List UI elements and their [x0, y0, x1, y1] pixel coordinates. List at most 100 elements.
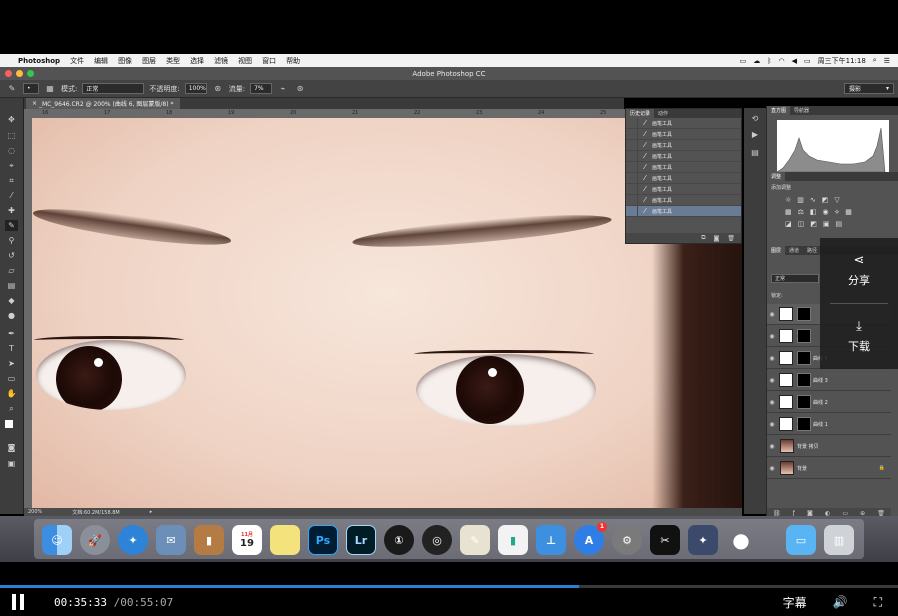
fullscreen-icon[interactable]: ⛶	[874, 595, 882, 610]
opacity-input[interactable]: 100%	[184, 83, 207, 94]
document-size[interactable]: 文档:60.2M/158.8M	[72, 509, 119, 516]
tab-actions[interactable]: 动作	[654, 109, 672, 118]
history-item[interactable]: ⁄ 画笔工具	[626, 139, 741, 151]
layer-row[interactable]: ◉ 曲线 1	[767, 414, 891, 435]
status-menu-arrow-icon[interactable]: ▸	[150, 509, 153, 515]
pressure-size-icon[interactable]: ⊛	[294, 83, 306, 95]
menu-edit[interactable]: 编辑	[94, 56, 108, 66]
menu-image[interactable]: 图像	[118, 56, 132, 66]
layer-mask-thumbnail[interactable]	[797, 417, 811, 431]
bluetooth-icon[interactable]: ᛒ	[767, 57, 771, 65]
gradient-map-icon[interactable]: ▤	[836, 220, 843, 228]
tab-layers[interactable]: 图层	[767, 246, 786, 255]
layer-mask-thumbnail[interactable]	[797, 329, 811, 343]
menu-window[interactable]: 窗口	[262, 56, 276, 66]
numbers-chart-icon[interactable]: ▮	[498, 525, 528, 555]
notes-icon[interactable]	[270, 525, 300, 555]
flow-input[interactable]: 7%	[250, 83, 273, 94]
workspace-select[interactable]: 摄影 ▾	[844, 83, 894, 94]
exposure-icon[interactable]: ◩	[822, 196, 829, 204]
visibility-eye-icon[interactable]: ◉	[767, 311, 777, 318]
brush-tool-preset-icon[interactable]: ✎	[6, 83, 18, 95]
history-item[interactable]: ⁄ 画笔工具	[626, 128, 741, 140]
hand-tool-icon[interactable]: ✋	[5, 388, 18, 399]
final-cut-icon[interactable]: ✂	[650, 525, 680, 555]
history-item[interactable]: ⁄ 画笔工具	[626, 194, 741, 206]
quick-select-tool-icon[interactable]: ⌖	[5, 160, 18, 171]
history-snapshot-box[interactable]	[626, 128, 638, 140]
tab-channels[interactable]: 通道	[785, 246, 803, 255]
photoshop-app-icon[interactable]: Ps	[308, 525, 338, 555]
layer-mask-thumbnail[interactable]	[797, 395, 811, 409]
selective-color-icon[interactable]: ▣	[823, 220, 830, 228]
layer-row[interactable]: ◉ 曲线 3	[767, 370, 891, 391]
levels-icon[interactable]: ▥	[797, 196, 804, 204]
visibility-eye-icon[interactable]: ◉	[767, 377, 777, 384]
channel-mixer-icon[interactable]: ⟡	[835, 208, 840, 217]
camera-lens-icon[interactable]: ◎	[422, 525, 452, 555]
history-item-selected[interactable]: ⁄ 画笔工具	[626, 205, 741, 217]
history-snapshot-box[interactable]	[626, 194, 638, 206]
history-snapshot-box[interactable]	[626, 183, 638, 195]
1password-icon[interactable]: ①	[384, 525, 414, 555]
color-balance-icon[interactable]: ⚖	[798, 208, 804, 216]
properties-panel-icon[interactable]: ▤	[749, 148, 761, 158]
actions-panel-icon[interactable]: ▶	[749, 130, 761, 140]
new-document-from-state-icon[interactable]: ⧉	[701, 234, 705, 242]
snapshot-camera-icon[interactable]: ◙	[714, 235, 720, 242]
pressure-opacity-icon[interactable]: ⊛	[212, 83, 224, 95]
menu-file[interactable]: 文件	[70, 56, 84, 66]
crop-tool-icon[interactable]: ⌗	[5, 175, 18, 186]
visibility-eye-icon[interactable]: ◉	[767, 355, 777, 362]
screen-mode-icon[interactable]: ▣	[5, 458, 18, 469]
system-preferences-icon[interactable]: ⚙	[612, 525, 642, 555]
visibility-eye-icon[interactable]: ◉	[767, 465, 777, 472]
menu-select[interactable]: 选择	[190, 56, 204, 66]
tab-histogram[interactable]: 直方图	[767, 106, 791, 115]
wifi-icon[interactable]: ◠	[778, 57, 784, 65]
black-white-icon[interactable]: ◧	[810, 208, 817, 216]
menu-app-name[interactable]: Photoshop	[18, 57, 60, 65]
history-item[interactable]: ⁄ 画笔工具	[626, 117, 741, 129]
history-item[interactable]: ⁄ 画笔工具	[626, 183, 741, 195]
share-button[interactable]: ⋖ 分享	[820, 238, 898, 303]
creative-cloud-icon[interactable]: ☁	[753, 57, 760, 65]
menu-filter[interactable]: 滤镜	[214, 56, 228, 66]
notification-center-icon[interactable]: ☰	[884, 57, 890, 65]
battery-icon[interactable]: ▭	[804, 57, 811, 65]
subtitle-button[interactable]: 字幕	[783, 594, 807, 611]
trash-bin-icon[interactable]: ▥	[824, 525, 854, 555]
tab-paths[interactable]: 路径	[803, 246, 821, 255]
document-tab[interactable]: × _MC_9646.CR2 @ 200% (曲线 6, 图层蒙版/8) *	[26, 98, 180, 109]
close-window-button[interactable]	[5, 70, 12, 77]
vertical-ruler[interactable]	[24, 118, 32, 508]
pen-tool-icon[interactable]: ✒	[5, 328, 18, 339]
mail-stamp-icon[interactable]: ✉	[156, 525, 186, 555]
clone-stamp-tool-icon[interactable]: ⚲	[5, 235, 18, 246]
history-snapshot-box[interactable]	[626, 161, 638, 173]
tab-adjustments[interactable]: 调整	[767, 172, 786, 181]
quick-mask-icon[interactable]: ◙	[5, 442, 18, 453]
downloads-folder-icon[interactable]: ▭	[786, 525, 816, 555]
marquee-tool-icon[interactable]: ⬚	[5, 130, 18, 141]
zoom-level[interactable]: 200%	[28, 509, 42, 515]
history-snapshot-box[interactable]	[626, 150, 638, 162]
type-tool-icon[interactable]: T	[5, 343, 18, 354]
curves-icon[interactable]: ∿	[810, 196, 816, 204]
zoom-tool-icon[interactable]: ⌕	[5, 403, 18, 414]
visibility-eye-icon[interactable]: ◉	[767, 399, 777, 406]
layer-row[interactable]: ◉ 曲线 2	[767, 392, 891, 413]
mode-select[interactable]: 正常	[82, 83, 145, 94]
imovie-icon[interactable]: ✦	[688, 525, 718, 555]
calendar-icon[interactable]: 11月 19	[232, 525, 262, 555]
visibility-eye-icon[interactable]: ◉	[767, 443, 777, 450]
keynote-icon[interactable]: ⊥	[536, 525, 566, 555]
layer-mask-thumbnail[interactable]	[797, 307, 811, 321]
dodge-tool-icon[interactable]: ●	[5, 310, 18, 321]
foreground-color-swatch[interactable]	[5, 420, 13, 428]
layer-mask-thumbnail[interactable]	[797, 373, 811, 387]
tab-close-icon[interactable]: ×	[32, 100, 39, 107]
invert-icon[interactable]: ◪	[785, 220, 792, 228]
minimize-window-button[interactable]	[16, 70, 23, 77]
menu-help[interactable]: 帮助	[286, 56, 300, 66]
